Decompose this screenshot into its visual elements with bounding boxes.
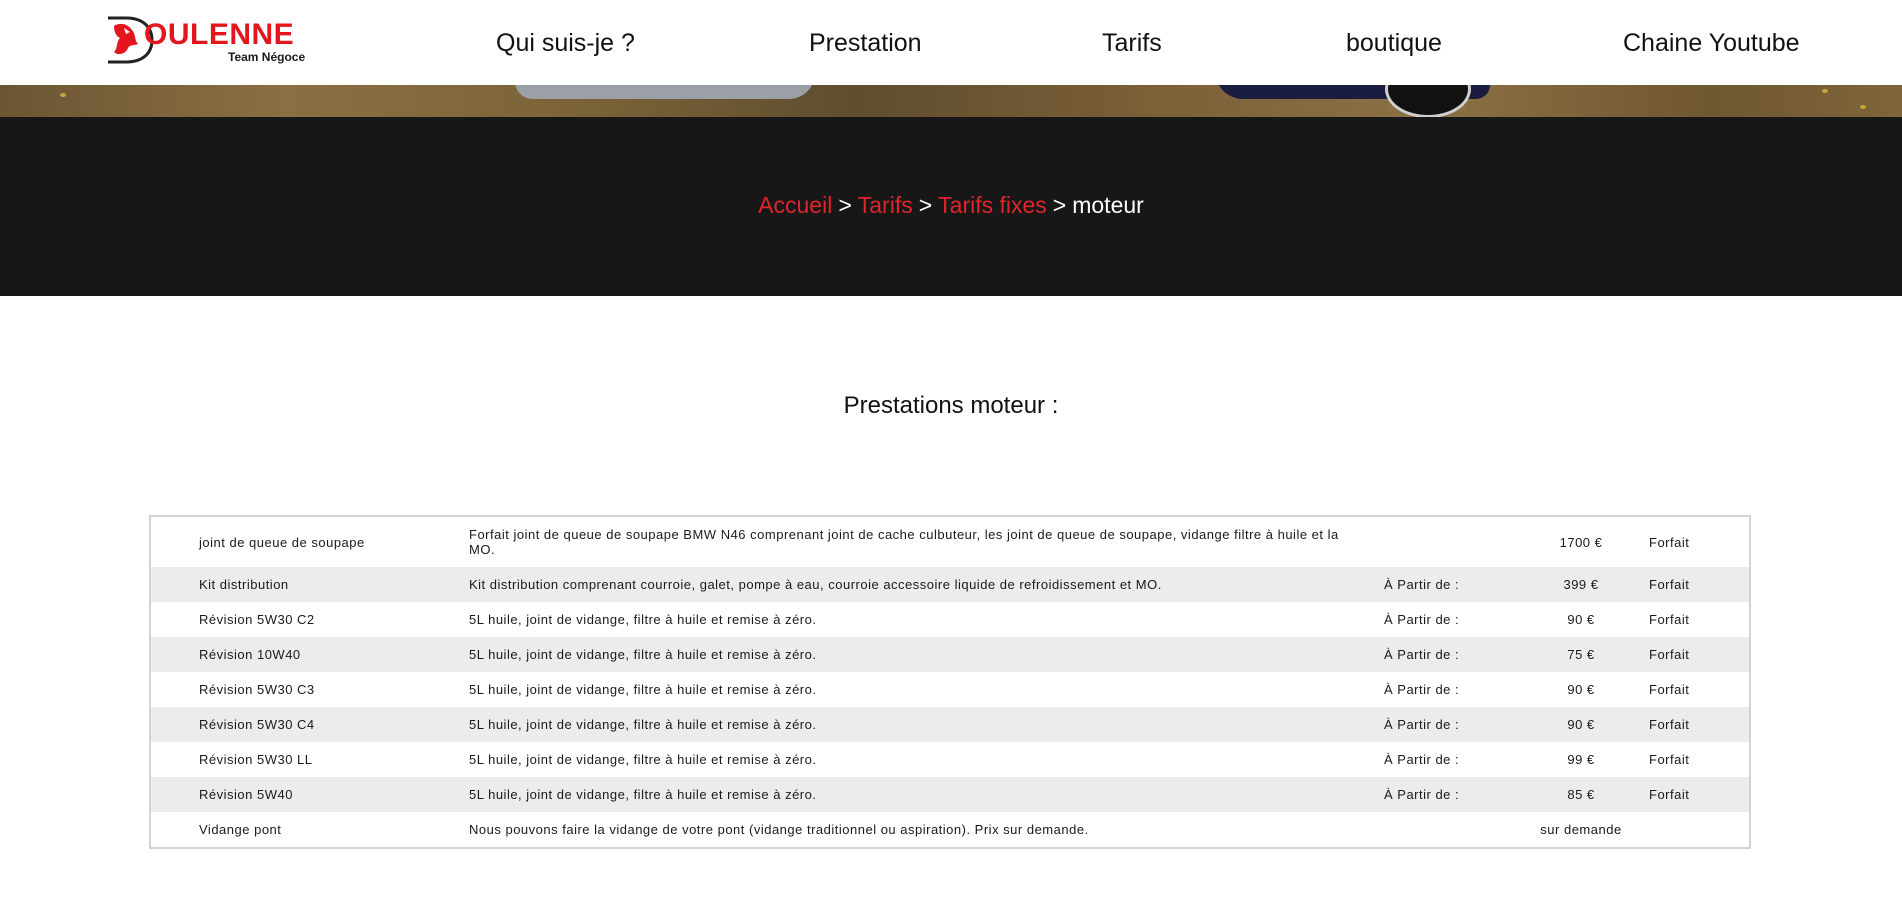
row-unit: Forfait — [1649, 752, 1690, 767]
row-name: Kit distribution — [199, 577, 289, 592]
row-price: 90 € — [1567, 717, 1595, 732]
row-description: 5L huile, joint de vidange, filtre à hui… — [469, 682, 817, 697]
hero-leaf — [1860, 105, 1866, 109]
hero-leaf — [60, 93, 66, 97]
row-name: Révision 5W30 LL — [199, 752, 313, 767]
row-name: Révision 5W30 C2 — [199, 612, 315, 627]
breadcrumb-current: moteur — [1072, 192, 1144, 218]
logo-tagline: Team Négoce — [228, 50, 306, 64]
row-from-label: À Partir de : — [1384, 787, 1460, 802]
row-name: Révision 10W40 — [199, 647, 301, 662]
nav-item-qui-suis-je[interactable]: Qui suis-je ? — [496, 28, 635, 58]
table-row: Révision 10W40 5L huile, joint de vidang… — [151, 637, 1749, 672]
row-unit: Forfait — [1649, 717, 1690, 732]
table-row: Kit distribution Kit distribution compre… — [151, 567, 1749, 602]
row-name: Révision 5W30 C4 — [199, 717, 315, 732]
hero-car-wheel — [1385, 85, 1471, 117]
row-description: Nous pouvons faire la vidange de votre p… — [469, 822, 1089, 837]
breadcrumb-band: Accueil > Tarifs > Tarifs fixes > moteur — [0, 117, 1902, 296]
row-from-label — [1384, 517, 1494, 567]
row-from-label: À Partir de : — [1384, 647, 1460, 662]
nav-item-chaine-youtube[interactable]: Chaine Youtube — [1623, 28, 1800, 58]
site-logo[interactable]: OULENNE Team Négoce — [104, 14, 314, 66]
row-from-label: À Partir de : — [1384, 577, 1460, 592]
row-unit: Forfait — [1649, 534, 1690, 550]
row-price: 399 € — [1563, 577, 1599, 592]
row-unit — [1649, 812, 1729, 847]
table-row: Révision 5W30 LL 5L huile, joint de vida… — [151, 742, 1749, 777]
breadcrumb-link-tarifs[interactable]: Tarifs — [858, 192, 913, 218]
row-description: 5L huile, joint de vidange, filtre à hui… — [469, 717, 817, 732]
table-row: Révision 5W40 5L huile, joint de vidange… — [151, 777, 1749, 812]
row-name: Vidange pont — [199, 822, 282, 837]
hero-leaf — [1822, 89, 1828, 93]
row-description: 5L huile, joint de vidange, filtre à hui… — [469, 752, 817, 767]
site-header: OULENNE Team Négoce Qui suis-je ? Presta… — [0, 0, 1902, 85]
row-price: sur demande — [1540, 822, 1622, 837]
row-from-label: À Partir de : — [1384, 682, 1460, 697]
row-description: Kit distribution comprenant courroie, ga… — [469, 577, 1162, 592]
row-name: Révision 5W40 — [199, 787, 293, 802]
hero-image-strip — [0, 85, 1902, 117]
row-price: 85 € — [1567, 787, 1595, 802]
hero-car-silver — [515, 85, 815, 99]
table-row: Vidange pont Nous pouvons faire la vidan… — [151, 812, 1749, 847]
breadcrumb: Accueil > Tarifs > Tarifs fixes > moteur — [0, 191, 1902, 219]
table-row: joint de queue de soupape Forfait joint … — [151, 517, 1749, 567]
row-price: 90 € — [1567, 682, 1595, 697]
breadcrumb-link-accueil[interactable]: Accueil — [758, 192, 832, 218]
nav-item-boutique[interactable]: boutique — [1346, 28, 1442, 58]
row-unit: Forfait — [1649, 577, 1690, 592]
row-description: 5L huile, joint de vidange, filtre à hui… — [469, 787, 817, 802]
logo-wordmark: OULENNE — [144, 18, 295, 51]
row-price: 90 € — [1567, 612, 1595, 627]
breadcrumb-separator: > — [1052, 192, 1067, 218]
table-row: Révision 5W30 C3 5L huile, joint de vida… — [151, 672, 1749, 707]
row-unit: Forfait — [1649, 682, 1690, 697]
row-from-label: À Partir de : — [1384, 752, 1460, 767]
row-description: 5L huile, joint de vidange, filtre à hui… — [469, 612, 817, 627]
row-from-label: À Partir de : — [1384, 612, 1460, 627]
row-price: 75 € — [1567, 647, 1595, 662]
row-unit: Forfait — [1649, 787, 1690, 802]
price-table: joint de queue de soupape Forfait joint … — [149, 515, 1751, 849]
row-unit: Forfait — [1649, 612, 1690, 627]
row-unit: Forfait — [1649, 647, 1690, 662]
row-from-label — [1384, 812, 1494, 847]
row-description: 5L huile, joint de vidange, filtre à hui… — [469, 647, 817, 662]
row-name: joint de queue de soupape — [199, 534, 365, 550]
nav-item-tarifs[interactable]: Tarifs — [1102, 28, 1162, 58]
row-price: 1700 € — [1559, 534, 1603, 550]
table-row: Révision 5W30 C2 5L huile, joint de vida… — [151, 602, 1749, 637]
nav-item-prestation[interactable]: Prestation — [809, 28, 922, 58]
row-price: 99 € — [1567, 752, 1595, 767]
breadcrumb-separator: > — [918, 192, 933, 218]
table-row: Révision 5W30 C4 5L huile, joint de vida… — [151, 707, 1749, 742]
row-name: Révision 5W30 C3 — [199, 682, 315, 697]
row-description: Forfait joint de queue de soupape BMW N4… — [469, 527, 1339, 557]
page-title: Prestations moteur : — [843, 392, 1059, 419]
breadcrumb-separator: > — [838, 192, 852, 218]
breadcrumb-link-tarifs-fixes[interactable]: Tarifs fixes — [938, 192, 1047, 218]
row-from-label: À Partir de : — [1384, 717, 1460, 732]
